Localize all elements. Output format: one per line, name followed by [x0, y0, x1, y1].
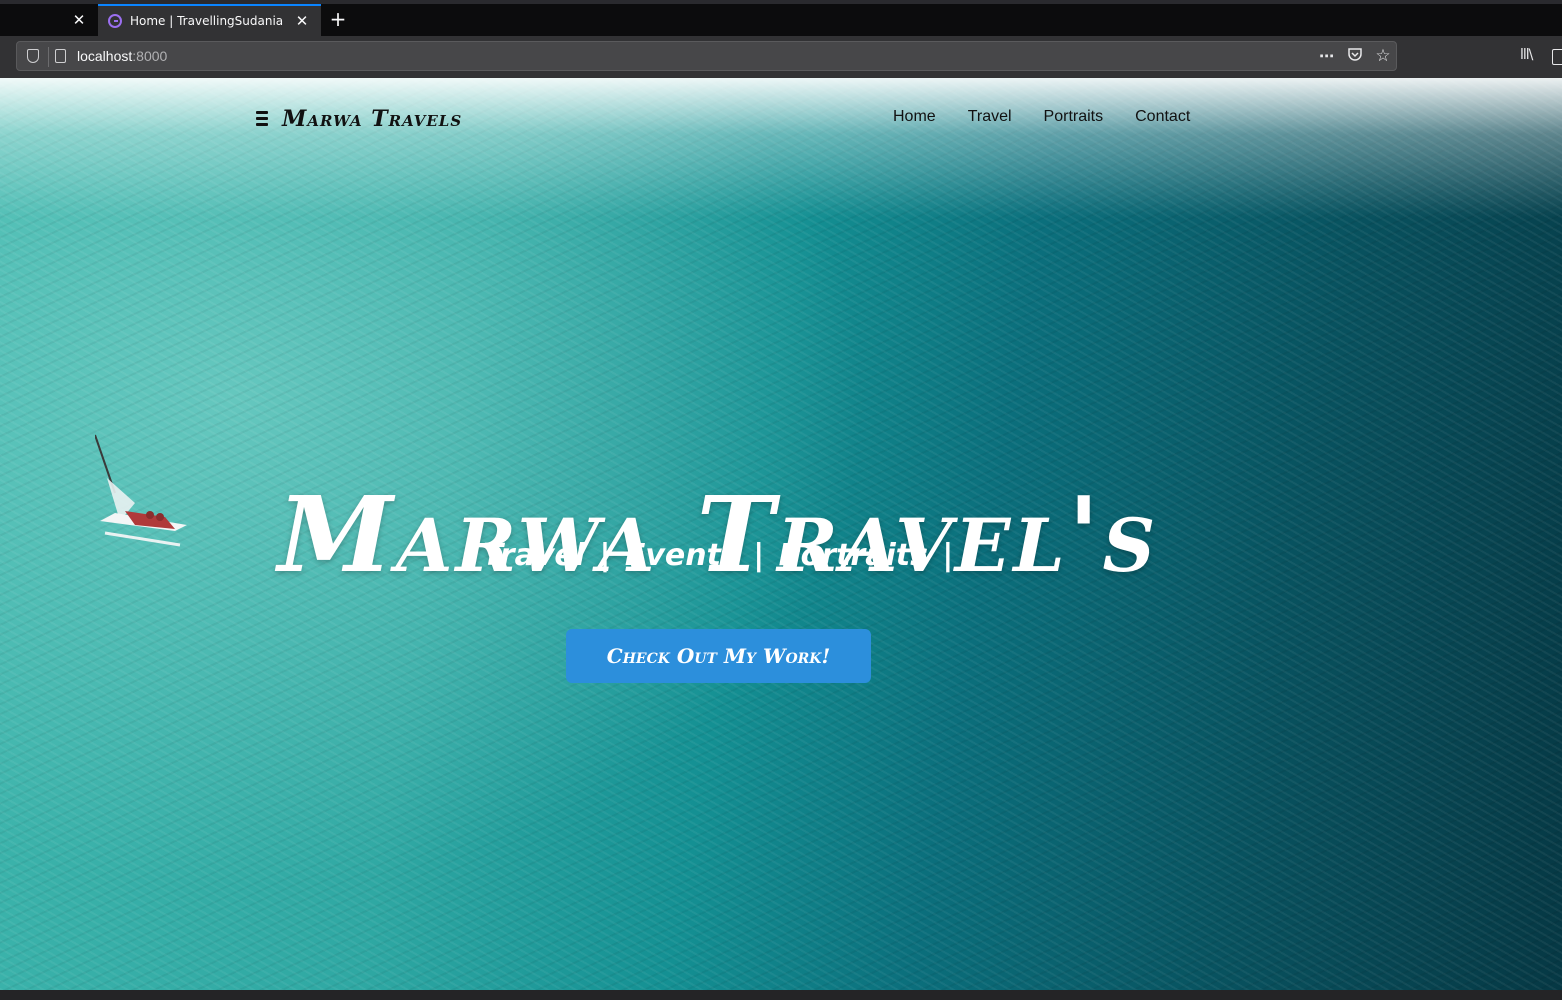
url-port: :8000: [132, 48, 168, 64]
sidebar-icon[interactable]: [1552, 49, 1562, 65]
browser-toolbar: localhost:8000 ⋯ ☆ lll\: [0, 36, 1562, 78]
hero-title: Marwa Travel's: [277, 472, 1159, 596]
tab-active[interactable]: Home | TravellingSudania ✕: [98, 4, 321, 36]
tab-bar: ✕ Home | TravellingSudania ✕ +: [0, 0, 1562, 36]
more-actions-icon[interactable]: ⋯: [1317, 46, 1337, 66]
tab-title: Home | TravellingSudania: [130, 14, 284, 28]
header-fade: [0, 78, 1562, 218]
url-separator: [48, 47, 49, 67]
check-out-work-button[interactable]: Check Out My Work!: [566, 629, 871, 683]
site-nav: Home Travel Portraits Contact: [893, 108, 1190, 126]
hero-subtitle: Travel | Events | Portraits |: [482, 538, 954, 573]
nav-link-portraits[interactable]: Portraits: [1044, 108, 1104, 126]
bookmark-star-icon[interactable]: ☆: [1373, 46, 1393, 66]
url-host: localhost: [77, 48, 133, 64]
page-viewport: Marwa Travels Home Travel Portraits Cont…: [0, 78, 1562, 990]
site-logo[interactable]: Marwa Travels: [256, 106, 462, 132]
page-info-icon[interactable]: [55, 49, 66, 63]
nav-link-travel[interactable]: Travel: [968, 108, 1012, 126]
close-tab-icon[interactable]: ✕: [294, 13, 310, 29]
new-tab-button[interactable]: +: [328, 8, 348, 32]
address-bar[interactable]: localhost:8000 ⋯ ☆: [16, 41, 1397, 71]
tracking-shield-icon[interactable]: [27, 49, 39, 63]
nav-link-home[interactable]: Home: [893, 108, 936, 126]
library-icon[interactable]: lll\: [1520, 47, 1540, 67]
nav-link-contact[interactable]: Contact: [1135, 108, 1190, 126]
site-favicon-icon: [108, 14, 122, 28]
url-text[interactable]: localhost:8000: [77, 48, 167, 64]
menu-icon[interactable]: [256, 111, 268, 127]
tab-inactive[interactable]: ✕: [0, 4, 96, 36]
close-tab-icon[interactable]: ✕: [71, 12, 87, 28]
pocket-icon[interactable]: [1345, 46, 1365, 66]
brand-name: Marwa Travels: [282, 106, 463, 132]
dock-strip: [0, 990, 1562, 1000]
